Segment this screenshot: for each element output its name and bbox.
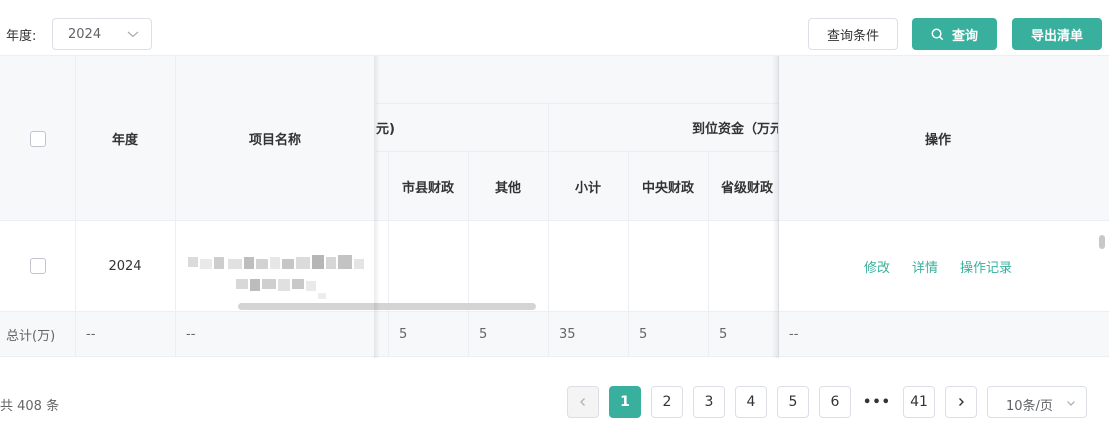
vertical-scrollbar[interactable] bbox=[1099, 235, 1105, 249]
page-size-value: 10条/页 bbox=[1006, 399, 1053, 414]
header-city-county-finance: 市县财政 bbox=[401, 180, 454, 196]
summary-operation: -- bbox=[789, 327, 799, 342]
chevron-down-icon bbox=[1067, 401, 1075, 406]
query-button[interactable]: 查询 bbox=[912, 18, 997, 50]
header-group-partial: 元) bbox=[376, 121, 395, 137]
summary-row: 总计(万) -- -- 5 5 35 5 5 -- bbox=[0, 311, 1109, 357]
chevron-left-icon bbox=[580, 398, 585, 406]
page-5-button[interactable]: 5 bbox=[777, 386, 809, 418]
header-other: 其他 bbox=[494, 180, 521, 196]
operation-log-link[interactable]: 操作记录 bbox=[960, 257, 1012, 276]
row-select-cell bbox=[0, 221, 75, 311]
header-central-finance: 中央财政 bbox=[641, 180, 694, 196]
summary-city-county-finance: 5 bbox=[399, 327, 408, 342]
chevron-right-icon bbox=[959, 398, 964, 406]
query-button-label: 查询 bbox=[951, 28, 978, 44]
redacted-project-name-image bbox=[188, 255, 364, 299]
row-year: 2024 bbox=[108, 258, 142, 274]
edit-link[interactable]: 修改 bbox=[864, 257, 890, 276]
select-all-cell bbox=[0, 56, 75, 221]
details-link[interactable]: 详情 bbox=[912, 257, 938, 276]
prev-page-button[interactable] bbox=[567, 386, 599, 418]
page-2-button[interactable]: 2 bbox=[651, 386, 683, 418]
header-subtotal: 小计 bbox=[574, 180, 601, 196]
year-select[interactable]: 2024 bbox=[52, 18, 152, 50]
summary-year: -- bbox=[86, 327, 96, 342]
search-icon bbox=[931, 28, 944, 40]
fixed-column-shadow-right bbox=[772, 56, 779, 358]
chevron-down-icon bbox=[127, 31, 139, 38]
summary-subtotal: 35 bbox=[559, 327, 576, 342]
year-label: 年度: bbox=[6, 29, 37, 44]
year-select-value: 2024 bbox=[68, 27, 102, 42]
pagination-ellipsis[interactable]: ••• bbox=[861, 386, 893, 418]
page-4-button[interactable]: 4 bbox=[735, 386, 767, 418]
summary-central-finance: 5 bbox=[639, 327, 648, 342]
summary-label: 总计(万) bbox=[6, 329, 56, 344]
summary-other: 5 bbox=[479, 327, 488, 342]
summary-provincial-finance: 5 bbox=[719, 327, 728, 342]
fixed-column-shadow-left bbox=[374, 56, 380, 358]
header-project-name: 项目名称 bbox=[248, 133, 301, 148]
page-3-button[interactable]: 3 bbox=[693, 386, 725, 418]
data-table: 年度 项目名称 元) 到位资金（万元） 市县财政 其他 小计 中央财政 省级财政… bbox=[0, 55, 1109, 358]
next-page-button[interactable] bbox=[945, 386, 977, 418]
row-actions: 修改 详情 操作记录 bbox=[778, 221, 1098, 311]
header-year: 年度 bbox=[111, 133, 138, 148]
row-checkbox[interactable] bbox=[29, 258, 46, 274]
toolbar: 年度: 2024 查询条件 查询 导出清单 bbox=[0, 0, 1109, 56]
header-provincial-finance: 省级财政 bbox=[721, 180, 774, 196]
select-all-checkbox[interactable] bbox=[29, 130, 46, 147]
page-41-button[interactable]: 41 bbox=[903, 386, 935, 418]
horizontal-scrollbar[interactable] bbox=[238, 303, 536, 310]
page-1-button[interactable]: 1 bbox=[609, 386, 641, 418]
filter-conditions-button[interactable]: 查询条件 bbox=[808, 18, 898, 50]
table-row: 2024 修改 详情 操作记录 bbox=[0, 221, 1109, 311]
page-size-select[interactable]: 10条/页 bbox=[987, 386, 1087, 418]
summary-project-name: -- bbox=[186, 327, 196, 342]
header-arrived-funds: 到位资金（万元） bbox=[692, 121, 778, 137]
header-operation: 操作 bbox=[924, 133, 951, 148]
page-6-button[interactable]: 6 bbox=[819, 386, 851, 418]
total-count: 共 408 条 bbox=[0, 399, 60, 414]
export-list-button[interactable]: 导出清单 bbox=[1012, 18, 1102, 50]
